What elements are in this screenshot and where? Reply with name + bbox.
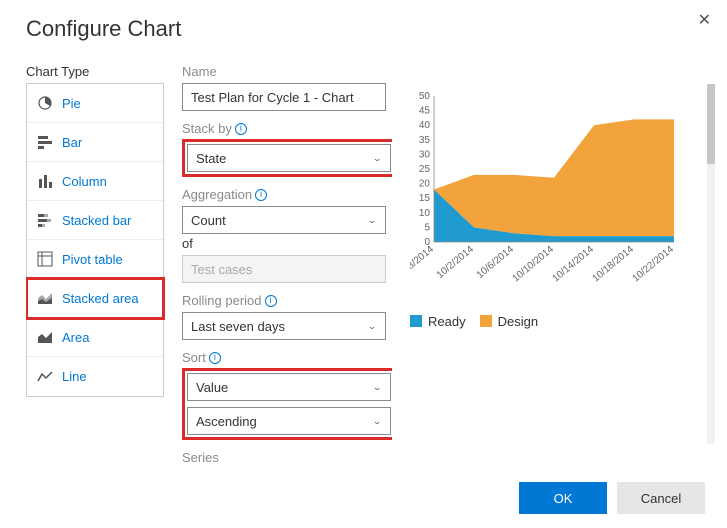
- chart-type-label: Stacked area: [62, 291, 139, 306]
- svg-text:15: 15: [419, 193, 431, 204]
- bar-icon: [37, 134, 53, 150]
- cancel-button[interactable]: Cancel: [617, 482, 705, 514]
- legend-item-design: Design: [480, 314, 538, 329]
- chevron-down-icon: ⌄: [367, 215, 377, 225]
- sort-highlight: Value⌄ Ascending⌄: [182, 368, 392, 440]
- stacked-area-icon: [37, 290, 53, 306]
- stack-by-select[interactable]: State⌄: [187, 144, 391, 172]
- chevron-down-icon: ⌄: [372, 153, 382, 163]
- chart-type-label: Column: [62, 174, 107, 189]
- svg-text:9/28/2014: 9/28/2014: [410, 244, 436, 281]
- stacked-bar-icon: [37, 212, 53, 228]
- sort-label: Sorti: [182, 350, 390, 365]
- stack-by-highlight: State⌄: [182, 139, 392, 177]
- chevron-down-icon: ⌄: [372, 416, 382, 426]
- name-label: Name: [182, 64, 390, 79]
- chart-type-label: Bar: [62, 135, 82, 150]
- svg-text:50: 50: [419, 91, 431, 102]
- dialog-scrollbar[interactable]: [707, 84, 715, 444]
- svg-text:40: 40: [419, 120, 431, 131]
- sort-field-select[interactable]: Value⌄: [187, 373, 391, 401]
- pivot-table-icon: [37, 251, 53, 267]
- svg-text:30: 30: [419, 149, 431, 160]
- chart-type-bar[interactable]: Bar: [27, 123, 163, 162]
- svg-text:10: 10: [419, 208, 431, 219]
- rolling-period-label: Rolling periodi: [182, 293, 390, 308]
- chart-type-stacked-bar[interactable]: Stacked bar: [27, 201, 163, 240]
- chart-type-label: Stacked bar: [62, 213, 131, 228]
- dialog-title: Configure Chart: [26, 16, 701, 42]
- svg-text:10/22/2014: 10/22/2014: [631, 244, 677, 285]
- chart-preview: 051015202530354045509/28/201410/2/201410…: [410, 90, 678, 300]
- series-label: Series: [182, 450, 390, 465]
- info-icon[interactable]: i: [255, 189, 267, 201]
- svg-text:35: 35: [419, 135, 431, 146]
- chart-config-form: Name Test Plan for Cycle 1 - Chart Stack…: [182, 64, 392, 510]
- svg-text:20: 20: [419, 179, 431, 190]
- svg-text:10/18/2014: 10/18/2014: [591, 244, 637, 285]
- chart-type-stacked-area[interactable]: Stacked area: [27, 279, 163, 318]
- chevron-down-icon: ⌄: [367, 321, 377, 331]
- info-icon[interactable]: i: [265, 295, 277, 307]
- chart-preview-panel: 051015202530354045509/28/201410/2/201410…: [410, 64, 701, 510]
- chart-type-label: Pie: [62, 96, 81, 111]
- scrollbar-thumb[interactable]: [707, 84, 715, 164]
- chart-type-pie[interactable]: Pie: [27, 84, 163, 123]
- svg-text:10/14/2014: 10/14/2014: [551, 244, 597, 285]
- chart-type-column[interactable]: Column: [27, 162, 163, 201]
- legend-item-ready: Ready: [410, 314, 466, 329]
- svg-text:45: 45: [419, 106, 431, 117]
- dialog-footer: OK Cancel: [519, 482, 705, 514]
- chart-type-list: Pie Bar Column Stacked bar Pivot table: [26, 83, 164, 397]
- chart-type-area[interactable]: Area: [27, 318, 163, 357]
- chart-type-line[interactable]: Line: [27, 357, 163, 396]
- stack-by-label: Stack byi: [182, 121, 390, 136]
- line-icon: [37, 369, 53, 385]
- chart-type-pivot-table[interactable]: Pivot table: [27, 240, 163, 279]
- of-label: of: [182, 236, 390, 251]
- rolling-period-select[interactable]: Last seven days⌄: [182, 312, 386, 340]
- svg-text:10/2/2014: 10/2/2014: [435, 244, 476, 281]
- chart-type-header: Chart Type: [26, 64, 164, 79]
- area-icon: [37, 329, 53, 345]
- of-input: Test cases: [182, 255, 386, 283]
- chart-type-panel: Chart Type Pie Bar Column Stacked bar: [26, 64, 164, 510]
- svg-text:5: 5: [424, 222, 430, 233]
- svg-text:25: 25: [419, 164, 431, 175]
- info-icon[interactable]: i: [235, 123, 247, 135]
- chevron-down-icon: ⌄: [372, 382, 382, 392]
- chart-legend: Ready Design: [410, 314, 701, 329]
- pie-icon: [37, 95, 53, 111]
- aggregation-select[interactable]: Count⌄: [182, 206, 386, 234]
- column-icon: [37, 173, 53, 189]
- chart-type-label: Line: [62, 369, 87, 384]
- aggregation-label: Aggregationi: [182, 187, 390, 202]
- svg-text:10/10/2014: 10/10/2014: [511, 244, 557, 285]
- close-icon[interactable]: ✕: [698, 10, 711, 30]
- sort-direction-select[interactable]: Ascending⌄: [187, 407, 391, 435]
- info-icon[interactable]: i: [209, 352, 221, 364]
- chart-type-label: Pivot table: [62, 252, 123, 267]
- ok-button[interactable]: OK: [519, 482, 607, 514]
- chart-type-label: Area: [62, 330, 89, 345]
- name-input[interactable]: Test Plan for Cycle 1 - Chart: [182, 83, 386, 111]
- configure-chart-dialog: ✕ Configure Chart Chart Type Pie Bar Col…: [0, 0, 727, 528]
